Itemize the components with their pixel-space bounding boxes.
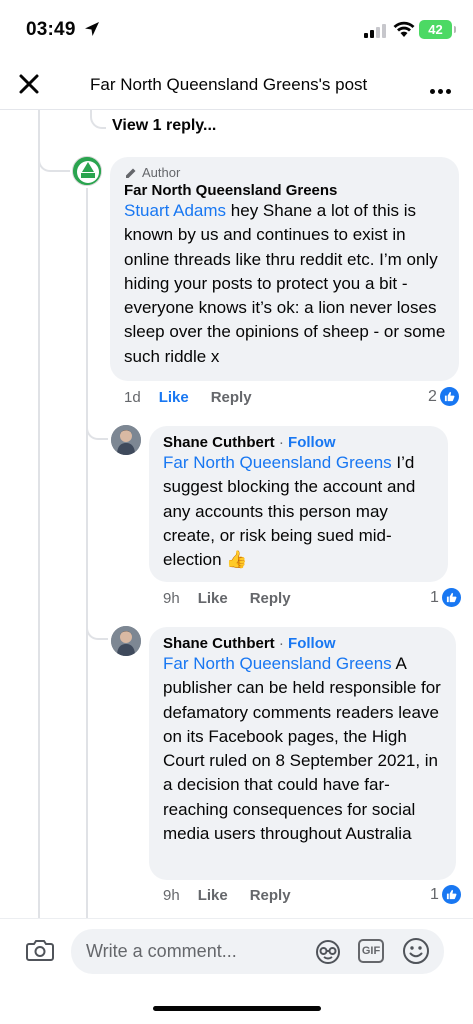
- emoji-icon[interactable]: [402, 937, 430, 965]
- comment-actions: 9h Like Reply: [163, 887, 291, 904]
- comment-bubble: Shane Cuthbert · Follow Far North Queens…: [149, 627, 456, 880]
- comment-input[interactable]: [86, 929, 306, 974]
- follow-button[interactable]: Follow: [288, 635, 336, 652]
- comment-age: 1d: [124, 389, 141, 406]
- home-indicator: [153, 1006, 321, 1011]
- mention-link[interactable]: Stuart Adams: [124, 201, 226, 220]
- camera-icon[interactable]: [26, 938, 54, 962]
- comment-header: Shane Cuthbert · Follow: [163, 635, 336, 652]
- reaction-number: 2: [428, 387, 437, 405]
- pencil-icon: [126, 168, 136, 178]
- thumbs-up-icon: [441, 885, 461, 904]
- comment-author[interactable]: Shane Cuthbert: [163, 635, 275, 652]
- like-button[interactable]: Like: [159, 389, 189, 406]
- avatar[interactable]: [111, 425, 141, 455]
- follow-button[interactable]: Follow: [288, 434, 336, 451]
- view-replies-link[interactable]: View 1 reply...: [112, 117, 216, 135]
- wifi-icon: [393, 21, 415, 37]
- comment-header: Shane Cuthbert · Follow: [163, 434, 336, 451]
- status-time: 03:49: [26, 19, 76, 40]
- close-icon[interactable]: [17, 72, 41, 96]
- avatar[interactable]: [72, 156, 102, 186]
- reply-button[interactable]: Reply: [211, 389, 252, 406]
- comment-input-container[interactable]: GIF: [71, 929, 444, 974]
- comment-age: 9h: [163, 590, 180, 607]
- reply-button[interactable]: Reply: [250, 887, 291, 904]
- avatar-sticker-icon[interactable]: [314, 939, 342, 965]
- reaction-count[interactable]: 1: [430, 885, 461, 904]
- thread-line-inner: [86, 188, 88, 918]
- thumbs-up-icon: [441, 588, 461, 607]
- battery-indicator: 42: [419, 20, 456, 39]
- thumbs-up-icon: [439, 387, 459, 406]
- mention-link[interactable]: Far North Queensland Greens: [163, 453, 392, 472]
- profile-photo: [111, 425, 141, 455]
- comment-author[interactable]: Far North Queensland Greens: [124, 182, 447, 199]
- more-options-icon[interactable]: [430, 81, 454, 99]
- thread-connector: [38, 150, 70, 172]
- comment-actions: 9h Like Reply: [163, 590, 291, 607]
- mention-link[interactable]: Far North Queensland Greens: [163, 654, 392, 673]
- reaction-number: 1: [430, 588, 439, 606]
- thread-connector: [90, 110, 106, 129]
- thread-connector: [86, 620, 108, 640]
- comment-text: Stuart Adams hey Shane a lot of this is …: [124, 199, 447, 369]
- status-bar: 03:49 42: [0, 0, 473, 60]
- reaction-count[interactable]: 2: [428, 387, 459, 406]
- comment-body: A publisher can be held responsible for …: [163, 654, 441, 844]
- like-button[interactable]: Like: [198, 590, 228, 607]
- thumbs-up-emoji: 👍: [226, 550, 248, 570]
- author-badge-label: Author: [142, 165, 181, 180]
- avatar[interactable]: [111, 626, 141, 656]
- comment-bubble: Author Far North Queensland Greens Stuar…: [110, 157, 459, 381]
- comment-text: Far North Queensland Greens I’d suggest …: [163, 451, 436, 572]
- thread-connector: [86, 420, 108, 440]
- comment-bubble: Shane Cuthbert · Follow Far North Queens…: [149, 426, 448, 582]
- gif-icon[interactable]: GIF: [358, 939, 384, 963]
- reaction-number: 1: [430, 885, 439, 903]
- reaction-count[interactable]: 1: [430, 588, 461, 607]
- thread-line-outer: [38, 110, 40, 918]
- greens-logo-icon: [73, 157, 101, 185]
- page-title: Far North Queensland Greens's post: [90, 75, 368, 94]
- like-button[interactable]: Like: [198, 887, 228, 904]
- comment-body: hey Shane a lot of this is known by us a…: [124, 201, 446, 366]
- reply-button[interactable]: Reply: [250, 590, 291, 607]
- post-header: Far North Queensland Greens's post: [0, 60, 473, 110]
- comment-text: Far North Queensland Greens A publisher …: [163, 652, 444, 846]
- comment-age: 9h: [163, 887, 180, 904]
- author-badge: Author: [124, 165, 447, 180]
- comment-actions: 1d Like Reply: [124, 389, 252, 406]
- location-arrow-icon: [85, 22, 99, 36]
- profile-photo: [111, 626, 141, 656]
- comment-author[interactable]: Shane Cuthbert: [163, 434, 275, 451]
- cellular-signal-icon: [364, 24, 386, 38]
